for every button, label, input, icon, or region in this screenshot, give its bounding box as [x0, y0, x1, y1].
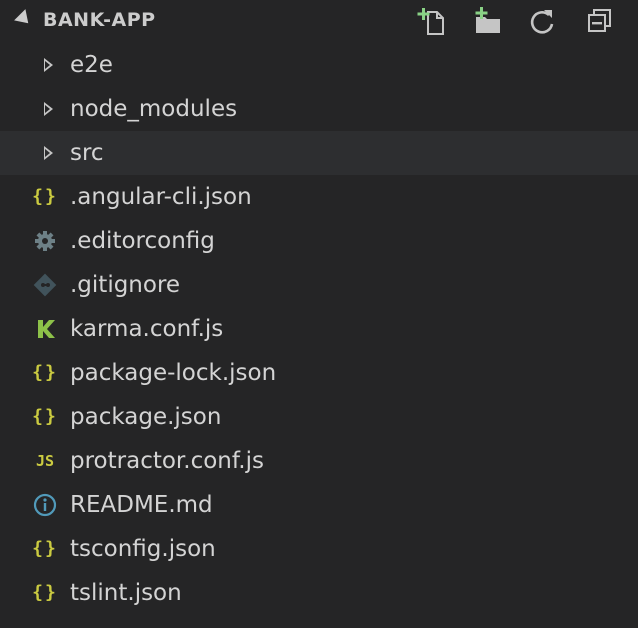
chevron-right-icon[interactable] [44, 58, 53, 72]
tree-item-label: karma.conf.js [70, 316, 224, 342]
tree-item-gitignore[interactable]: .gitignore [0, 263, 638, 307]
tree-item-label: node_modules [70, 96, 238, 122]
tree-item-editorconfig[interactable]: .editorconfig [0, 219, 638, 263]
tree-item-label: .editorconfig [70, 228, 215, 254]
chevron-right-icon[interactable] [44, 102, 53, 116]
new-file-icon[interactable] [416, 6, 448, 38]
collapse-all-icon[interactable] [584, 6, 616, 38]
chevron-right-icon[interactable] [44, 146, 53, 160]
tree-item-label: README.md [70, 492, 213, 518]
tree-item-e2e[interactable]: e2e [0, 43, 638, 87]
git-icon [32, 273, 58, 297]
explorer-header[interactable]: BANK-APP [0, 0, 638, 42]
tree-item-package-lock-json[interactable]: {} package-lock.json [0, 351, 638, 395]
json-icon: {} [32, 582, 58, 603]
tree-item-readme-md[interactable]: README.md [0, 483, 638, 527]
refresh-icon[interactable] [527, 6, 559, 38]
gear-icon [32, 229, 58, 253]
tree-item-label: tsconfig.json [70, 536, 216, 562]
tree-item-label: protractor.conf.js [70, 448, 264, 474]
tree-item-angular-cli-json[interactable]: {} .angular-cli.json [0, 175, 638, 219]
tree-item-karma-conf-js[interactable]: karma.conf.js [0, 307, 638, 351]
project-title: BANK-APP [43, 9, 156, 31]
tree-item-label: src [70, 140, 104, 166]
tree-item-label: .gitignore [70, 272, 181, 298]
tree-item-label: .angular-cli.json [70, 184, 252, 210]
tree-item-label: tslint.json [70, 580, 182, 606]
file-explorer: BANK-APP e2e node_modules src {} .angula… [0, 0, 638, 628]
karma-icon [32, 317, 58, 341]
json-icon: {} [32, 186, 58, 207]
json-icon: {} [32, 538, 58, 559]
tree-item-tsconfig-json[interactable]: {} tsconfig.json [0, 527, 638, 571]
tree-item-src[interactable]: src [0, 131, 638, 175]
tree-item-label: package-lock.json [70, 360, 277, 386]
tree-item-label: e2e [70, 52, 113, 78]
info-icon [32, 493, 58, 517]
js-icon: JS [35, 452, 55, 470]
new-folder-icon[interactable] [472, 6, 504, 38]
tree-item-package-json[interactable]: {} package.json [0, 395, 638, 439]
tree-item-label: package.json [70, 404, 222, 430]
tree-item-node-modules[interactable]: node_modules [0, 87, 638, 131]
json-icon: {} [32, 406, 58, 427]
tree-item-tslint-json[interactable]: {} tslint.json [0, 571, 638, 615]
json-icon: {} [32, 362, 58, 383]
chevron-down-icon[interactable] [14, 9, 34, 29]
tree-item-protractor-conf-js[interactable]: JS protractor.conf.js [0, 439, 638, 483]
file-tree: e2e node_modules src {} .angular-cli.jso… [0, 43, 638, 615]
